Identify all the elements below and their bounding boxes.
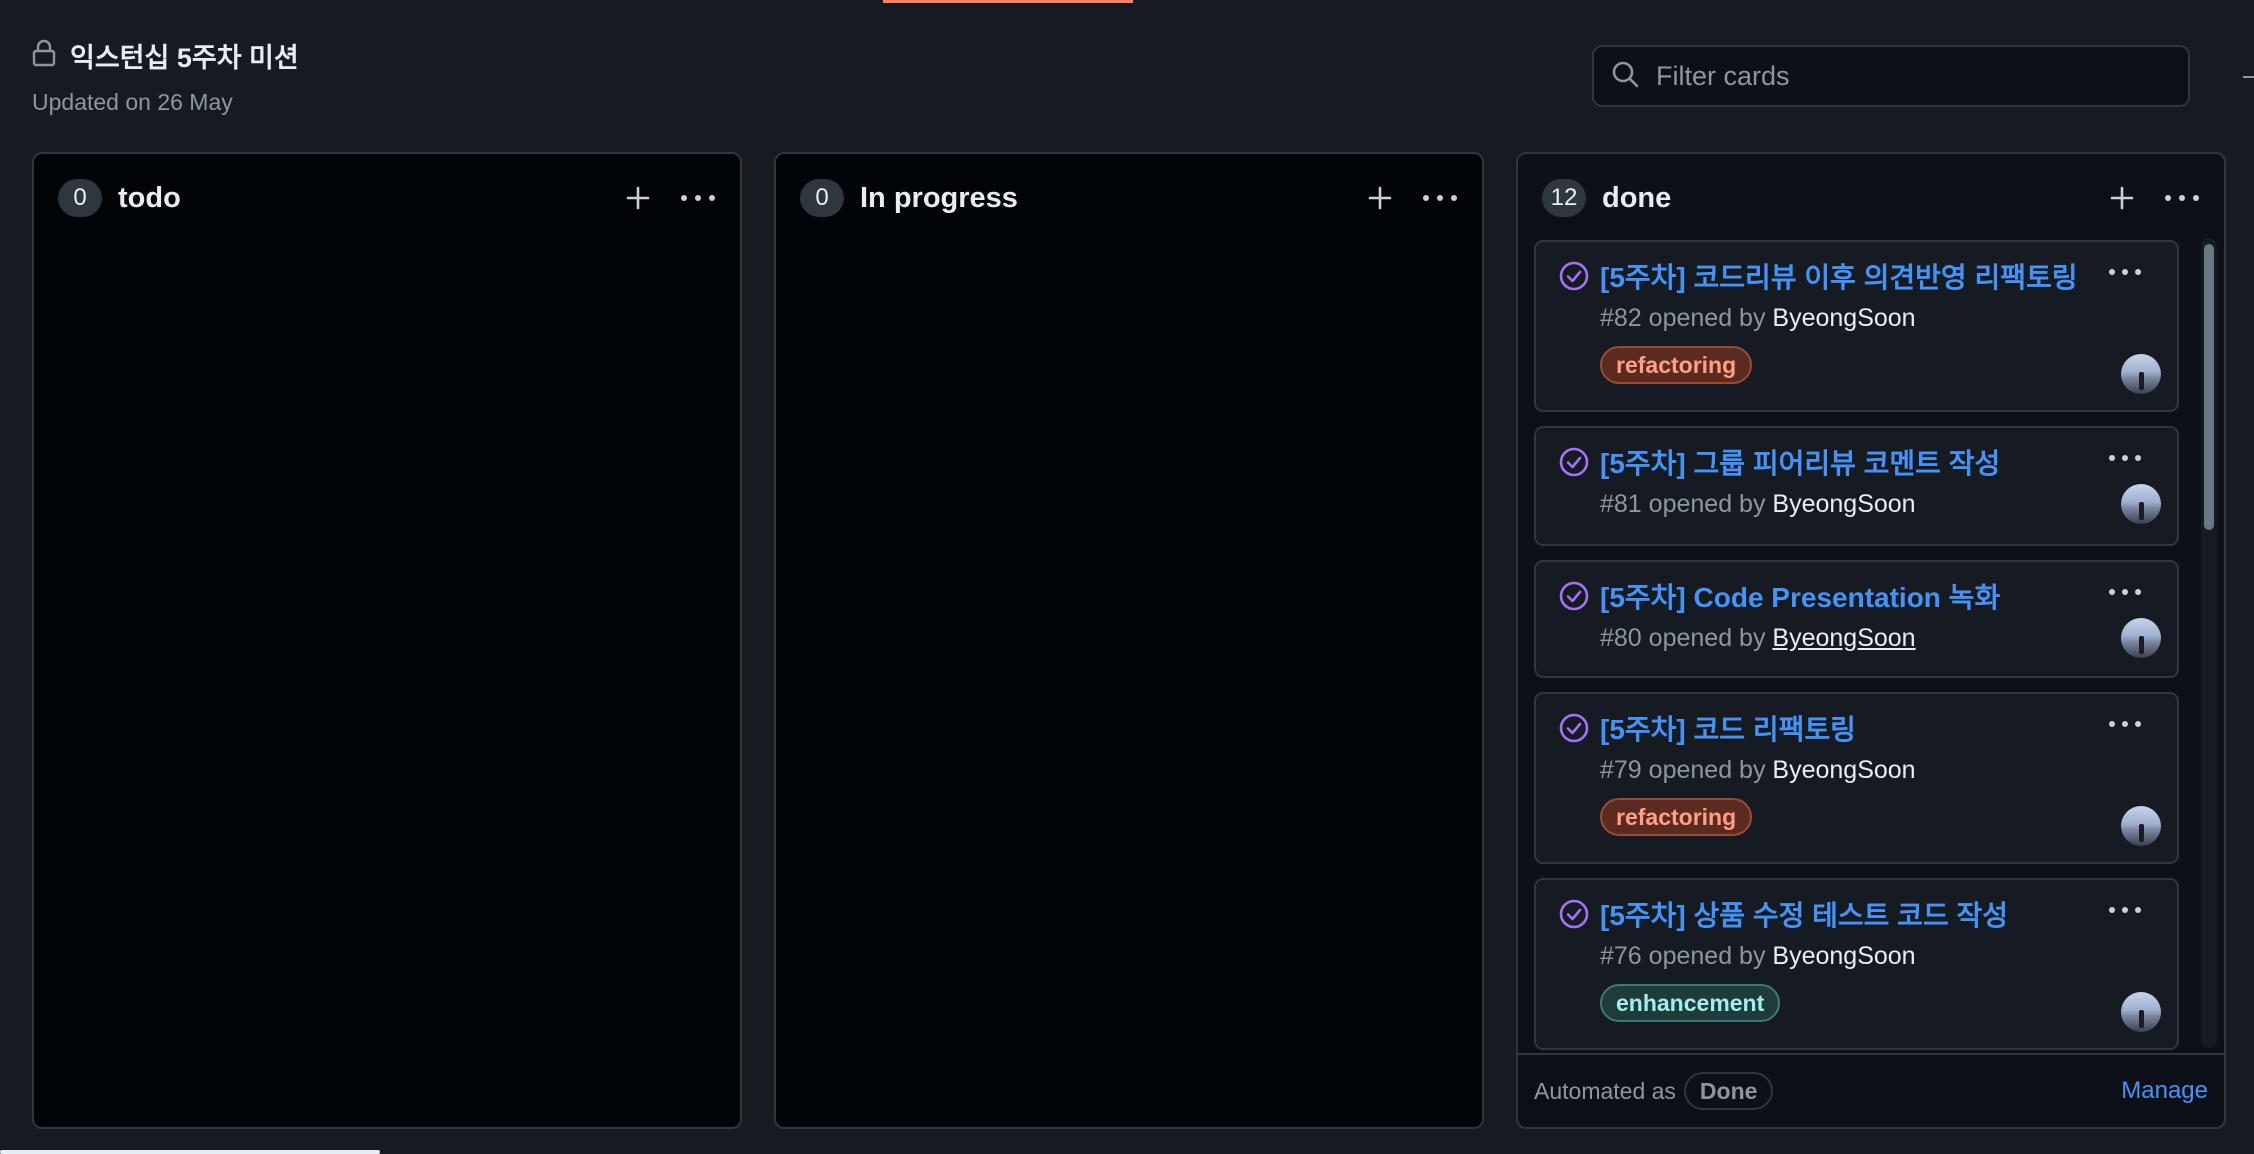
opened-by-text: opened by [1648,624,1766,652]
plus-icon [626,186,650,210]
search-icon [1610,59,1640,94]
opened-by-text: opened by [1648,490,1766,518]
author-link[interactable]: ByeongSoon [1772,304,1915,332]
active-tab-indicator [883,0,1133,3]
kebab-horizontal-icon [2109,589,2141,595]
kebab-horizontal-icon [2109,721,2141,727]
opened-by-text: opened by [1648,756,1766,784]
column-card-count: 0 [58,179,102,217]
opened-by-text: opened by [1648,942,1766,970]
scrollbar-thumb[interactable] [2204,244,2214,530]
assignee-avatar[interactable] [2121,806,2161,846]
label-enhancement[interactable]: enhancement [1600,984,1781,1022]
issue-card[interactable]: [5주차] 그룹 피어리뷰 코멘트 작성 #81 opened by Byeon… [1534,426,2179,546]
issue-meta: #79 opened by ByeongSoon [1600,756,1916,785]
card-list-scrollbar[interactable] [2201,238,2217,1048]
issue-number: #81 [1600,490,1642,518]
issue-title-link[interactable]: [5주차] 코드리뷰 이후 의견반영 리팩토링 [1600,256,2078,296]
column-card-count: 0 [800,179,844,217]
plus-icon [1368,186,1392,210]
add-card-button[interactable] [1358,176,1402,220]
kebab-horizontal-icon [1423,195,1457,201]
issue-closed-icon [1559,261,1589,291]
opened-by-text: opened by [1648,304,1766,332]
card-list: [5주차] 코드리뷰 이후 의견반영 리팩토링 #82 opened by By… [1534,240,2179,1050]
kebab-horizontal-icon [2109,907,2141,913]
add-card-button[interactable] [616,176,660,220]
kebab-horizontal-icon [681,195,715,201]
column-in-progress: 0 In progress [774,152,1484,1129]
column-menu-button[interactable] [676,176,720,220]
column-footer: Automated as Done Manage [1518,1053,2224,1127]
issue-title-link[interactable]: [5주차] 상품 수정 테스트 코드 작성 [1600,894,2008,934]
issue-title-link[interactable]: [5주차] 그룹 피어리뷰 코멘트 작성 [1600,442,2000,482]
author-link[interactable]: ByeongSoon [1772,756,1915,784]
issue-number: #82 [1600,304,1642,332]
assignee-avatar[interactable] [2121,354,2161,394]
card-menu-button[interactable] [2103,576,2147,608]
cut-off-control [2243,76,2254,78]
assignee-avatar[interactable] [2121,992,2161,1032]
add-card-button[interactable] [2100,176,2144,220]
issue-closed-icon [1559,447,1589,477]
column-done: 12 done [5주차] 코드리뷰 이후 의견반영 리팩토링 #82 open… [1516,152,2226,1129]
automation-text: Automated as [1534,1077,1676,1104]
issue-number: #80 [1600,624,1642,652]
issue-closed-icon [1559,581,1589,611]
issue-title-link[interactable]: [5주차] 코드 리팩토링 [1600,708,1856,748]
issue-meta: #76 opened by ByeongSoon [1600,942,1916,971]
card-menu-button[interactable] [2103,894,2147,926]
author-link[interactable]: ByeongSoon [1772,942,1915,970]
label-refactoring[interactable]: refactoring [1600,798,1753,836]
issue-card[interactable]: [5주차] Code Presentation 녹화 #80 opened by… [1534,560,2179,678]
assignee-avatar[interactable] [2121,484,2161,524]
kebab-horizontal-icon [2165,195,2199,201]
filter-cards-field[interactable] [1592,45,2190,107]
issue-number: #76 [1600,942,1642,970]
project-header: 익스턴십 5주차 미션 Updated on 26 May [32,36,299,116]
author-link[interactable]: ByeongSoon [1772,624,1915,652]
column-todo: 0 todo [32,152,742,1129]
column-menu-button[interactable] [2160,176,2204,220]
assignee-avatar[interactable] [2121,618,2161,658]
kebab-horizontal-icon [2109,455,2141,461]
column-title: In progress [860,181,1018,214]
issue-card[interactable]: [5주차] 코드 리팩토링 #79 opened by ByeongSoon r… [1534,692,2179,864]
lock-icon [32,39,56,72]
issue-meta: #81 opened by ByeongSoon [1600,490,1916,519]
plus-icon [2110,186,2134,210]
issue-meta: #80 opened by ByeongSoon [1600,624,1916,653]
column-card-count: 12 [1542,179,1586,217]
issue-closed-icon [1559,899,1589,929]
card-menu-button[interactable] [2103,256,2147,288]
issue-card[interactable]: [5주차] 상품 수정 테스트 코드 작성 #76 opened by Byeo… [1534,878,2179,1050]
label-refactoring[interactable]: refactoring [1600,346,1753,384]
issue-closed-icon [1559,713,1589,743]
automation-preset-badge: Done [1683,1072,1774,1110]
issue-title-link[interactable]: [5주차] Code Presentation 녹화 [1600,576,2000,616]
author-link[interactable]: ByeongSoon [1772,490,1915,518]
column-menu-button[interactable] [1418,176,1462,220]
manage-automation-link[interactable]: Manage [2121,1077,2208,1105]
column-title: done [1602,181,1672,214]
project-title: 익스턴십 5주차 미션 [70,43,299,73]
updated-date: Updated on 26 May [32,89,233,115]
column-title: todo [118,181,181,214]
kebab-horizontal-icon [2109,269,2141,275]
card-menu-button[interactable] [2103,442,2147,474]
issue-card[interactable]: [5주차] 코드리뷰 이후 의견반영 리팩토링 #82 opened by By… [1534,240,2179,412]
card-menu-button[interactable] [2103,708,2147,740]
horizontal-scrollbar[interactable] [0,1150,380,1154]
issue-meta: #82 opened by ByeongSoon [1600,304,1916,333]
filter-cards-input[interactable] [1654,59,2158,93]
issue-number: #79 [1600,756,1642,784]
